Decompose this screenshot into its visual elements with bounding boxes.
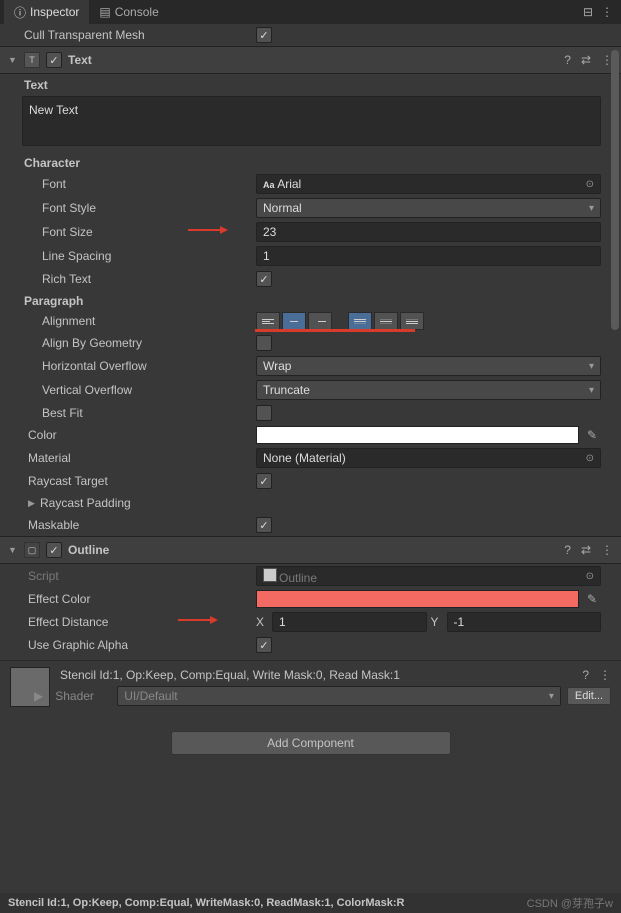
preset-icon[interactable]: ⇄ (581, 53, 591, 67)
color-swatch-effect[interactable] (256, 590, 579, 608)
label-x: X (256, 615, 268, 629)
checkbox-best-fit[interactable] (256, 405, 272, 421)
label-raycast-padding: Raycast Padding (40, 496, 268, 510)
label-rich-text: Rich Text (42, 272, 256, 286)
input-effect-y[interactable] (447, 612, 602, 632)
tab-console[interactable]: ▤ Console (89, 1, 168, 23)
status-bar: Stencil Id:1, Op:Keep, Comp:Equal, Write… (0, 893, 621, 913)
label-text: Text (0, 74, 621, 94)
input-font-size[interactable] (256, 222, 601, 242)
annotation-underline (255, 329, 415, 332)
material-summary: Stencil Id:1, Op:Keep, Comp:Equal, Write… (60, 668, 400, 682)
label-h-overflow: Horizontal Overflow (42, 359, 256, 373)
checkbox-outline-enabled[interactable]: ✓ (46, 542, 62, 558)
tab-bar: ⓘ Inspector ▤ Console ⊟ ⋮ (0, 0, 621, 24)
inspector-content: Cull Transparent Mesh ✓ ▼ T ✓ Text ? ⇄ ⋮… (0, 24, 621, 893)
annotation-arrow (188, 224, 228, 236)
color-swatch-text[interactable] (256, 426, 579, 444)
align-middle-button[interactable] (374, 312, 398, 330)
foldout-icon[interactable]: ▼ (8, 55, 18, 65)
component-title: Text (68, 53, 558, 67)
annotation-arrow (178, 614, 218, 626)
foldout-icon[interactable]: ▶ (34, 689, 43, 703)
checkbox-text-enabled[interactable]: ✓ (46, 52, 62, 68)
preset-icon[interactable]: ⇄ (581, 543, 591, 557)
watermark: CSDN @芽孢子w (527, 895, 613, 911)
dropdown-v-overflow[interactable]: Truncate (256, 380, 601, 400)
dropdown-shader[interactable]: UI/Default (117, 686, 561, 706)
align-right-button[interactable] (308, 312, 332, 330)
status-text: Stencil Id:1, Op:Keep, Comp:Equal, Write… (8, 897, 405, 909)
align-vertical-group (348, 312, 424, 330)
row-cull-transparent: Cull Transparent Mesh ✓ (0, 24, 621, 46)
label-character: Character (0, 152, 621, 172)
align-left-button[interactable] (256, 312, 280, 330)
foldout-icon[interactable]: ▶ (28, 498, 38, 509)
label-alignment: Alignment (42, 314, 256, 328)
component-header-text[interactable]: ▼ T ✓ Text ? ⇄ ⋮ (0, 46, 621, 74)
label-shader: Shader (55, 689, 111, 703)
label-cull-transparent: Cull Transparent Mesh (24, 28, 256, 42)
field-material[interactable]: None (Material)⊙ (256, 448, 601, 468)
checkbox-rich-text[interactable]: ✓ (256, 271, 272, 287)
component-title: Outline (68, 543, 558, 557)
checkbox-align-by-geometry[interactable] (256, 335, 272, 351)
checkbox-raycast-target[interactable]: ✓ (256, 473, 272, 489)
align-center-button[interactable] (282, 312, 306, 330)
label-color: Color (28, 428, 256, 442)
edit-button[interactable]: Edit... (567, 687, 611, 705)
label-best-fit: Best Fit (42, 406, 256, 420)
label-font: Font (42, 177, 256, 191)
field-script: Outline⊙ (256, 566, 601, 586)
menu-icon[interactable]: ⋮ (601, 5, 613, 19)
foldout-icon[interactable]: ▼ (8, 545, 18, 555)
label-v-overflow: Vertical Overflow (42, 383, 256, 397)
label-font-style: Font Style (42, 201, 256, 215)
label-line-spacing: Line Spacing (42, 249, 256, 263)
align-horizontal-group (256, 312, 332, 330)
outline-component-icon: ▢ (24, 542, 40, 558)
label-effect-color: Effect Color (28, 592, 256, 606)
console-icon: ▤ (99, 5, 110, 19)
label-script: Script (28, 569, 256, 583)
label-raycast-target: Raycast Target (28, 474, 256, 488)
text-input[interactable]: New Text (22, 96, 601, 146)
eyedropper-icon[interactable]: ✎ (583, 590, 601, 608)
component-header-outline[interactable]: ▼ ▢ ✓ Outline ? ⇄ ⋮ (0, 536, 621, 564)
label-effect-distance: Effect Distance (28, 615, 256, 629)
tab-label: Console (115, 5, 159, 19)
align-top-button[interactable] (348, 312, 372, 330)
material-section: Stencil Id:1, Op:Keep, Comp:Equal, Write… (0, 660, 621, 713)
text-component-icon: T (24, 52, 40, 68)
label-material: Material (28, 451, 256, 465)
lock-icon[interactable]: ⊟ (583, 5, 593, 19)
tab-inspector[interactable]: ⓘ Inspector (4, 0, 89, 25)
checkbox-use-graphic-alpha[interactable]: ✓ (256, 637, 272, 653)
context-menu-icon[interactable]: ⋮ (601, 543, 613, 557)
material-thumbnail[interactable] (10, 667, 50, 707)
field-font[interactable]: Aa Arial⊙ (256, 174, 601, 194)
help-icon[interactable]: ? (582, 668, 589, 682)
eyedropper-icon[interactable]: ✎ (583, 426, 601, 444)
dropdown-h-overflow[interactable]: Wrap (256, 356, 601, 376)
add-component-button[interactable]: Add Component (171, 731, 451, 755)
info-icon: ⓘ (14, 4, 26, 21)
help-icon[interactable]: ? (564, 53, 571, 67)
input-effect-x[interactable] (272, 612, 427, 632)
label-paragraph: Paragraph (0, 290, 621, 310)
tab-label: Inspector (30, 5, 79, 19)
help-icon[interactable]: ? (564, 543, 571, 557)
label-y: Y (431, 615, 443, 629)
context-menu-icon[interactable]: ⋮ (599, 668, 611, 682)
label-align-by-geometry: Align By Geometry (42, 336, 256, 350)
align-bottom-button[interactable] (400, 312, 424, 330)
scrollbar[interactable] (611, 50, 619, 330)
input-line-spacing[interactable] (256, 246, 601, 266)
checkbox-maskable[interactable]: ✓ (256, 517, 272, 533)
checkbox-cull-transparent[interactable]: ✓ (256, 27, 272, 43)
label-use-graphic-alpha: Use Graphic Alpha (28, 638, 256, 652)
dropdown-font-style[interactable]: Normal (256, 198, 601, 218)
label-maskable: Maskable (28, 518, 256, 532)
